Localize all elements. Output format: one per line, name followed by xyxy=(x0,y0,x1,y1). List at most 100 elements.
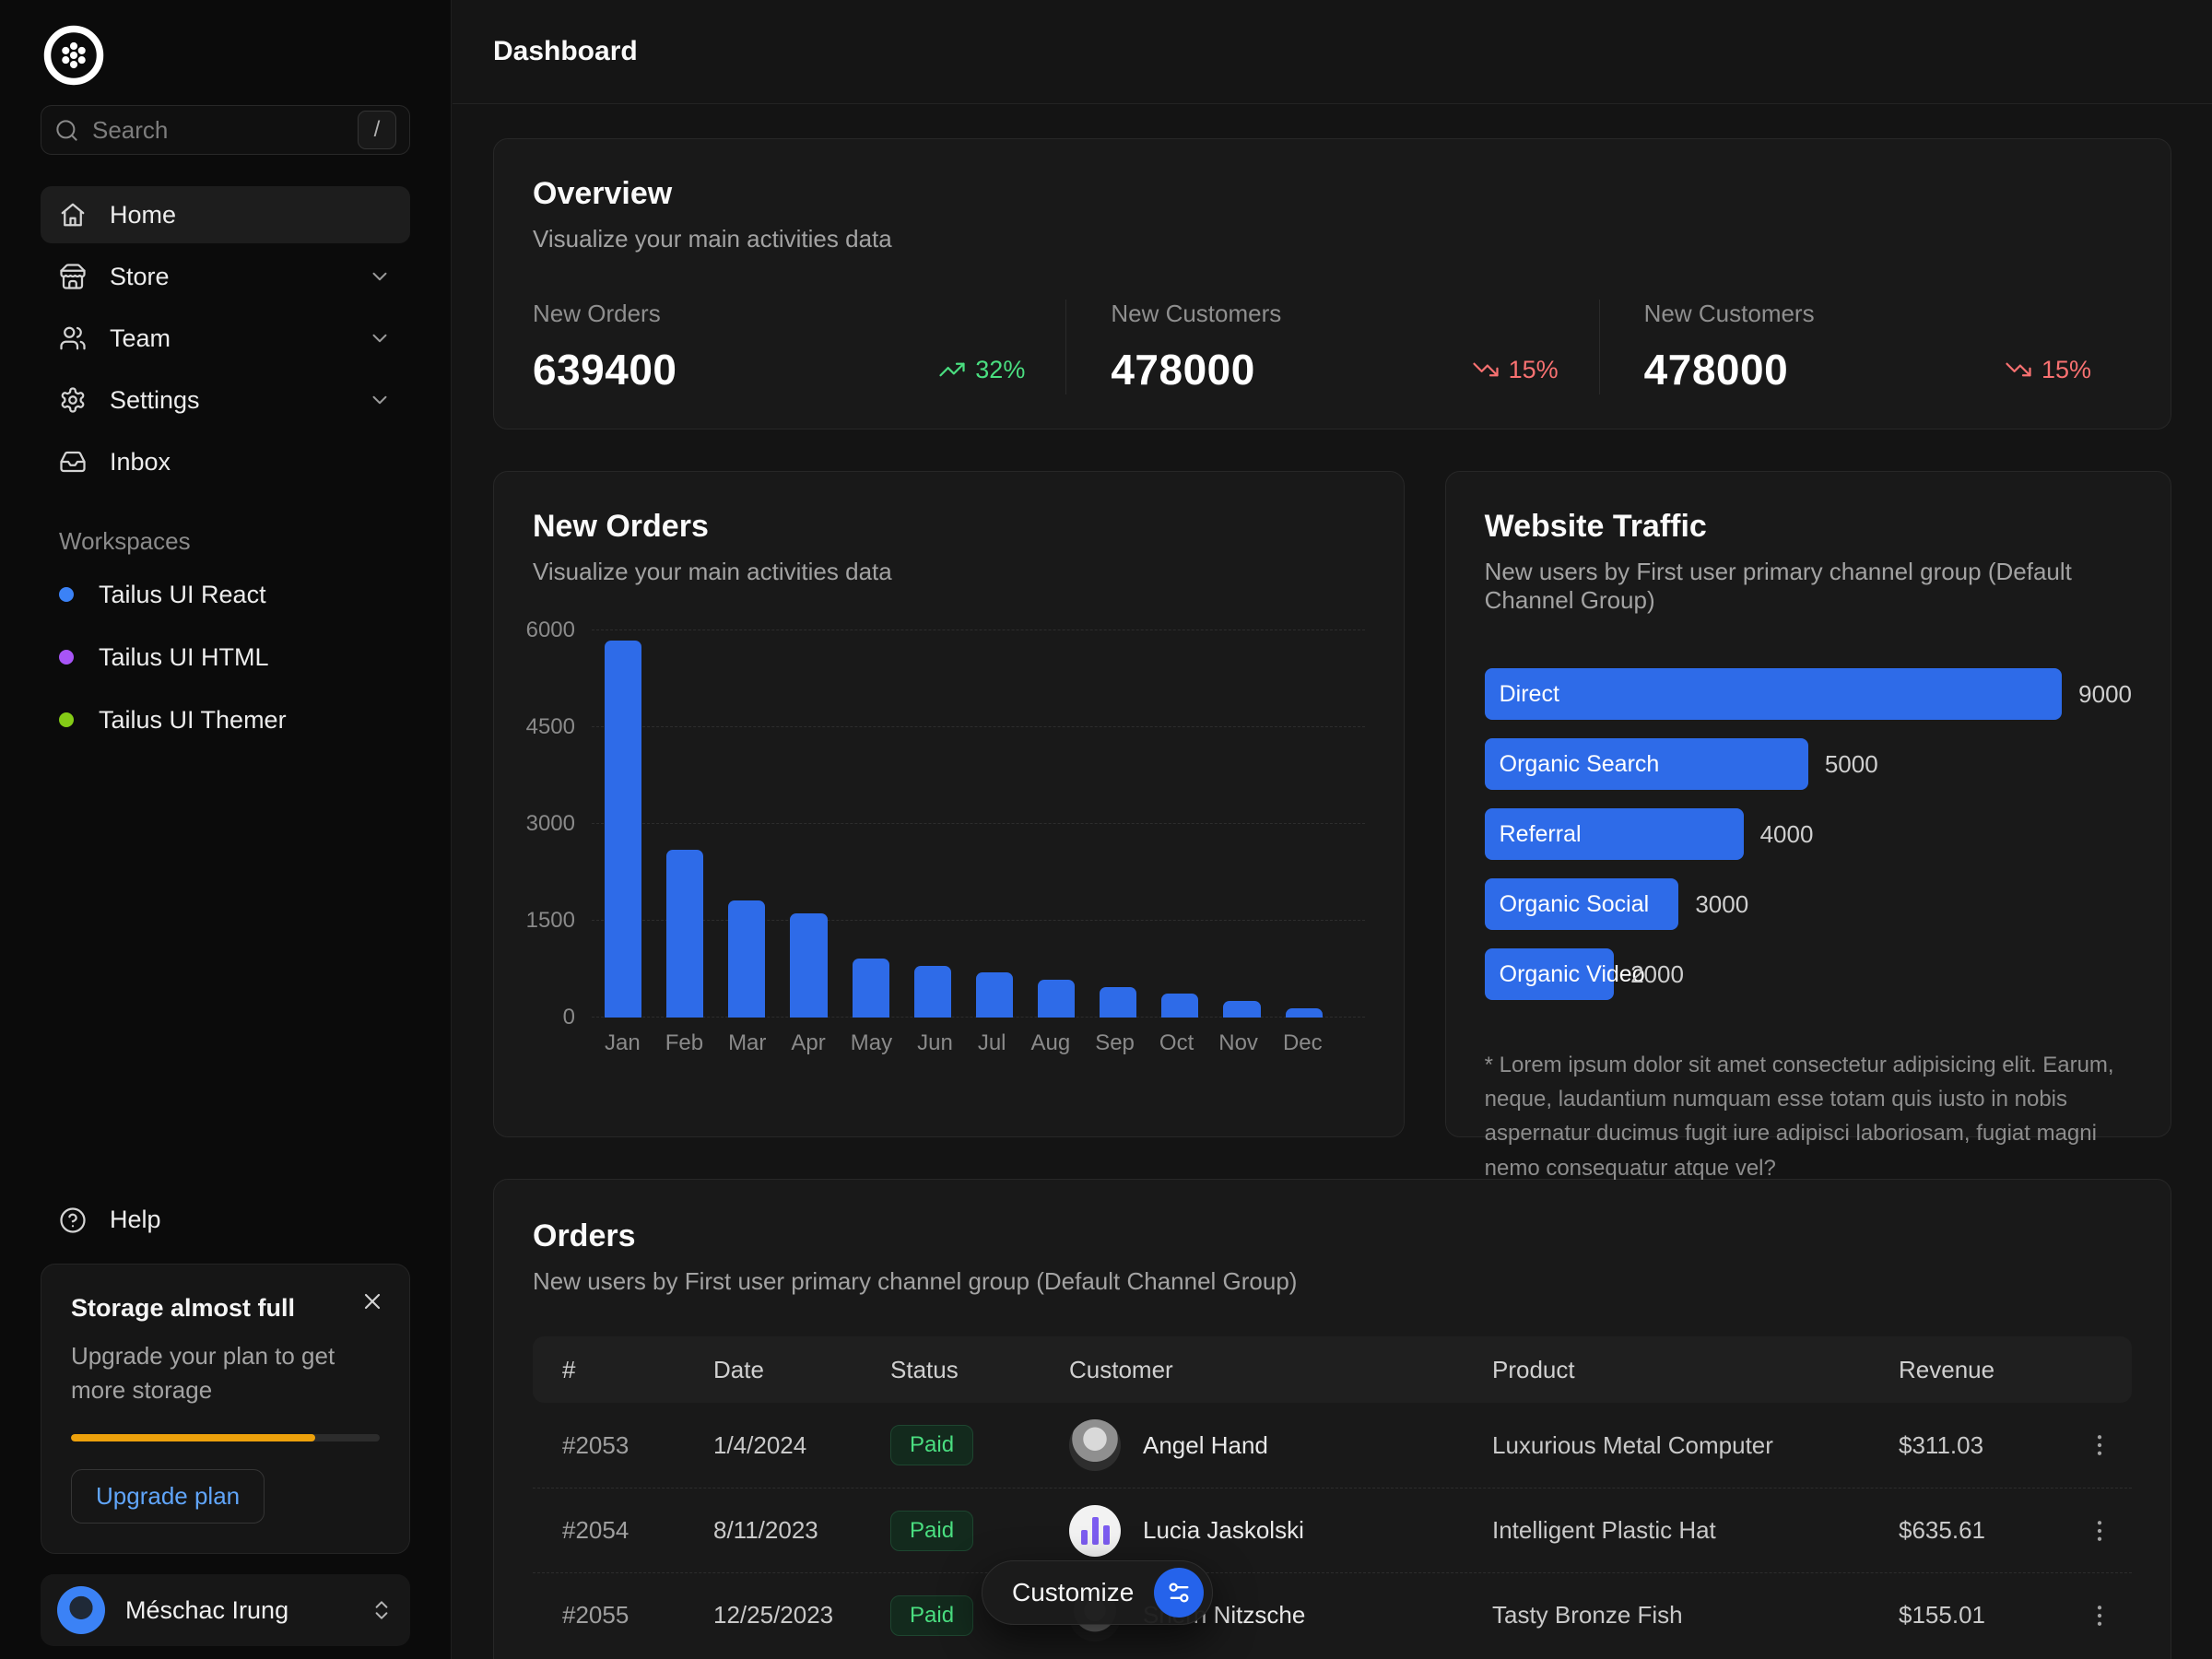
bar-mar xyxy=(728,900,765,1018)
traffic-bar-value: 4000 xyxy=(1760,820,1814,849)
column-header-product: Product xyxy=(1492,1356,1899,1384)
order-date: 1/4/2024 xyxy=(713,1431,890,1460)
chevrons-up-down-icon xyxy=(370,1598,394,1622)
search-box[interactable]: / xyxy=(41,105,410,155)
workspace-item-tailus-ui-react[interactable]: Tailus UI React xyxy=(41,563,410,626)
y-tick-label: 1500 xyxy=(526,908,575,934)
charts-row: New Orders Visualize your main activitie… xyxy=(493,471,2171,1137)
sidebar-item-home[interactable]: Home xyxy=(41,186,410,243)
workspaces-heading: Workspaces xyxy=(41,527,410,556)
help-label: Help xyxy=(110,1206,161,1234)
x-tick-label: Mar xyxy=(728,1030,766,1056)
orders-table: #DateStatusCustomerProductRevenue #20531… xyxy=(533,1336,2132,1657)
user-name: Méschac Irung xyxy=(125,1596,349,1625)
x-tick-label: May xyxy=(851,1030,892,1056)
orders-title: Orders xyxy=(533,1218,2132,1254)
close-icon[interactable] xyxy=(359,1288,385,1314)
y-tick-label: 6000 xyxy=(526,618,575,643)
workspace-dot xyxy=(59,712,74,727)
orders-table-body: #20531/4/2024PaidAngel HandLuxurious Met… xyxy=(533,1403,2132,1657)
traffic-bar: Organic Video xyxy=(1485,948,1614,1000)
sidebar-item-help[interactable]: Help xyxy=(41,1206,410,1234)
kebab-icon xyxy=(2086,1602,2113,1630)
app-logo xyxy=(41,22,107,88)
bars xyxy=(605,630,1323,1018)
storage-progress-fill xyxy=(71,1434,315,1441)
table-row: #20548/11/2023PaidLucia JaskolskiIntelli… xyxy=(533,1488,2132,1572)
sidebar-spacer xyxy=(41,751,410,1206)
traffic-bar-value: 5000 xyxy=(1825,750,1878,779)
page-title: Dashboard xyxy=(493,36,638,67)
stat-value: 478000 xyxy=(1644,345,1789,394)
table-row: #20531/4/2024PaidAngel HandLuxurious Met… xyxy=(533,1403,2132,1488)
upgrade-plan-button[interactable]: Upgrade plan xyxy=(71,1469,265,1524)
orders-subtitle: New users by First user primary channel … xyxy=(533,1267,2132,1296)
storage-progress-track xyxy=(71,1434,380,1441)
search-input[interactable] xyxy=(92,116,345,145)
sidebar-item-label: Team xyxy=(110,324,171,353)
order-revenue-cell: $635.61 xyxy=(1899,1512,2132,1550)
sidebar-item-label: Store xyxy=(110,263,170,291)
traffic-bar-label: Organic Search xyxy=(1500,751,1660,778)
customer-name: Lucia Jaskolski xyxy=(1143,1516,1304,1545)
traffic-bar: Direct xyxy=(1485,668,2063,720)
order-date: 8/11/2023 xyxy=(713,1516,890,1545)
column-header-customer: Customer xyxy=(1069,1356,1492,1384)
customize-button[interactable]: Customize xyxy=(982,1560,1213,1625)
x-tick-label: Oct xyxy=(1159,1030,1194,1056)
workspace-item-tailus-ui-html[interactable]: Tailus UI HTML xyxy=(41,626,410,688)
search-icon xyxy=(54,118,79,143)
order-id: #2054 xyxy=(533,1516,713,1545)
order-revenue: $155.01 xyxy=(1899,1601,1985,1630)
order-revenue-cell: $155.01 xyxy=(1899,1596,2132,1635)
avatar xyxy=(1069,1419,1121,1471)
workspace-item-tailus-ui-themer[interactable]: Tailus UI Themer xyxy=(41,688,410,751)
chevron-down-icon xyxy=(368,265,392,288)
sidebar-item-label: Home xyxy=(110,201,176,229)
x-axis-labels: JanFebMarAprMayJunJulAugSepOctNovDec xyxy=(605,1030,1323,1056)
main-header: Dashboard xyxy=(453,0,2212,104)
y-tick-label: 0 xyxy=(563,1005,575,1030)
bar-jan xyxy=(605,641,641,1018)
overview-card: Overview Visualize your main activities … xyxy=(493,138,2171,429)
traffic-bar-value: 2000 xyxy=(1630,960,1684,989)
x-tick-label: Feb xyxy=(665,1030,703,1056)
sidebar-item-store[interactable]: Store xyxy=(41,248,410,305)
x-axis: JanFebMarAprMayJunJulAugSepOctNovDec xyxy=(533,1030,1365,1056)
sidebar-item-team[interactable]: Team xyxy=(41,310,410,367)
row-actions-button[interactable] xyxy=(2080,1512,2119,1550)
x-tick-label: Nov xyxy=(1218,1030,1258,1056)
x-tick-label: Jun xyxy=(917,1030,953,1056)
logo-icon xyxy=(41,22,107,88)
stat-label: New Orders xyxy=(533,300,1025,328)
traffic-bar: Organic Search xyxy=(1485,738,1808,790)
traffic-row-organic-social: Organic Social3000 xyxy=(1485,878,2132,930)
user-menu[interactable]: Méschac Irung xyxy=(41,1574,410,1646)
sidebar-item-inbox[interactable]: Inbox xyxy=(41,433,410,490)
storage-alert-description: Upgrade your plan to get more storage xyxy=(71,1339,380,1406)
stat-delta: 15% xyxy=(2005,356,2091,384)
settings-icon xyxy=(59,386,87,414)
traffic-footnote: * Lorem ipsum dolor sit amet consectetur… xyxy=(1485,1048,2132,1185)
row-actions-button[interactable] xyxy=(2080,1596,2119,1635)
bar-apr xyxy=(790,913,827,1018)
chart-plot-area xyxy=(592,630,1365,1018)
bar-aug xyxy=(1038,980,1075,1018)
order-id: #2053 xyxy=(533,1431,713,1460)
row-actions-button[interactable] xyxy=(2080,1426,2119,1465)
x-tick-label: Apr xyxy=(791,1030,825,1056)
orders-card: Orders New users by First user primary c… xyxy=(493,1179,2171,1659)
sidebar-item-label: Settings xyxy=(110,386,200,415)
sidebar-item-label: Inbox xyxy=(110,448,171,477)
users-icon xyxy=(59,324,87,352)
stat-new-customers: New Customers47800015% xyxy=(1065,300,1598,394)
sidebar-item-settings[interactable]: Settings xyxy=(41,371,410,429)
website-traffic-subtitle: New users by First user primary channel … xyxy=(1485,558,2132,615)
order-revenue: $635.61 xyxy=(1899,1516,1985,1545)
traffic-row-direct: Direct9000 xyxy=(1485,668,2132,720)
traffic-bar-label: Organic Social xyxy=(1500,891,1650,918)
customer-name: Angel Hand xyxy=(1143,1431,1268,1460)
trending-down-icon xyxy=(1472,356,1500,383)
avatar xyxy=(57,1586,105,1634)
kebab-icon xyxy=(2086,1431,2113,1459)
